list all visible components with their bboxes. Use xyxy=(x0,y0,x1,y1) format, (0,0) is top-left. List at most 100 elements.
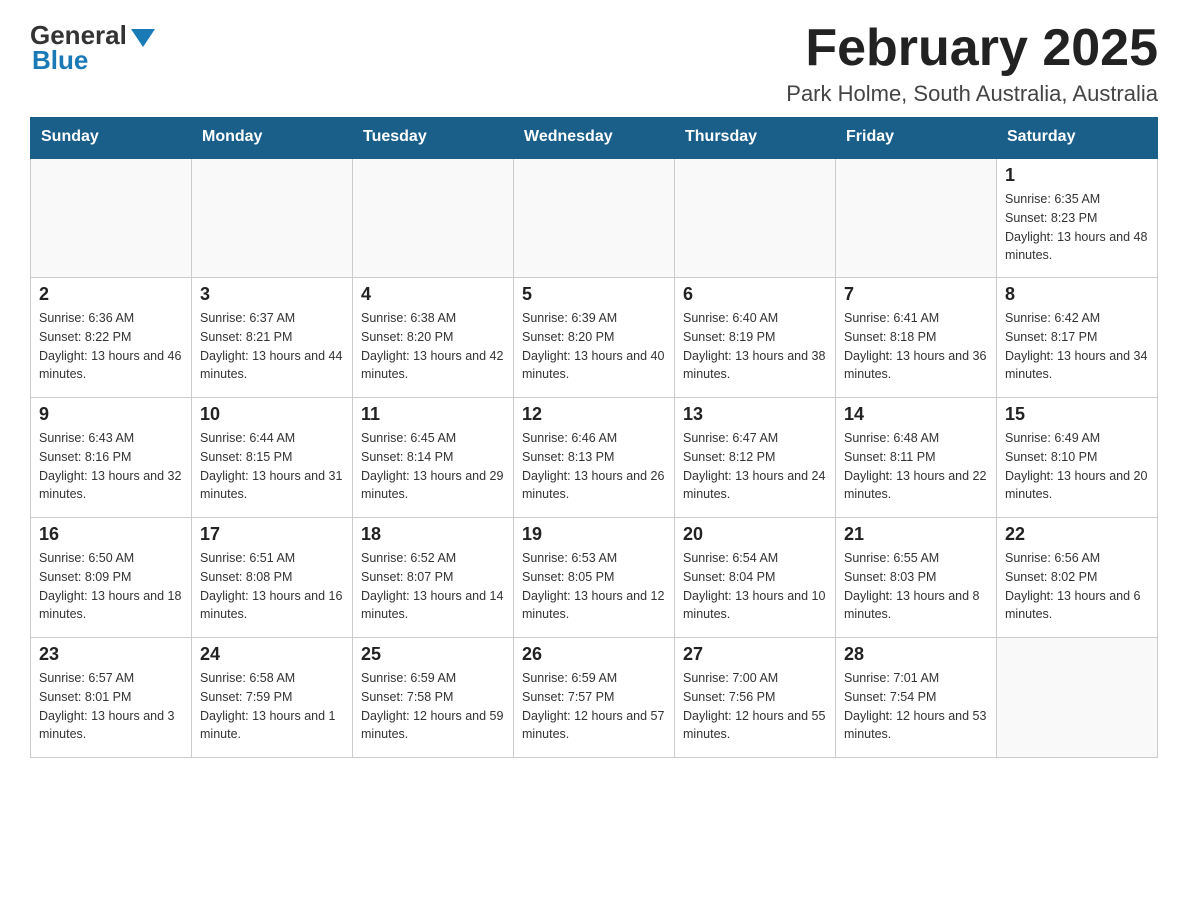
calendar-cell xyxy=(514,158,675,278)
calendar-header: SundayMondayTuesdayWednesdayThursdayFrid… xyxy=(31,118,1158,158)
calendar-cell: 17Sunrise: 6:51 AMSunset: 8:08 PMDayligh… xyxy=(192,518,353,638)
day-info: Sunrise: 6:43 AMSunset: 8:16 PMDaylight:… xyxy=(39,429,183,504)
day-number: 1 xyxy=(1005,165,1149,186)
day-info: Sunrise: 6:47 AMSunset: 8:12 PMDaylight:… xyxy=(683,429,827,504)
weekday-header-wednesday: Wednesday xyxy=(514,118,675,158)
calendar-week-row: 2Sunrise: 6:36 AMSunset: 8:22 PMDaylight… xyxy=(31,278,1158,398)
weekday-header-friday: Friday xyxy=(836,118,997,158)
logo-blue-text: Blue xyxy=(32,45,88,76)
day-number: 11 xyxy=(361,404,505,425)
calendar-week-row: 1 Sunrise: 6:35 AMSunset: 8:23 PMDaylight… xyxy=(31,158,1158,278)
calendar-cell: 27 Sunrise: 7:00 AMSunset: 7:56 PMDayligh… xyxy=(675,638,836,758)
day-info: Sunrise: 6:37 AMSunset: 8:21 PMDaylight:… xyxy=(200,309,344,384)
calendar-cell: 18Sunrise: 6:52 AMSunset: 8:07 PMDayligh… xyxy=(353,518,514,638)
calendar-cell: 6 Sunrise: 6:40 AMSunset: 8:19 PMDaylight… xyxy=(675,278,836,398)
calendar-cell: 23 Sunrise: 6:57 AMSunset: 8:01 PMDayligh… xyxy=(31,638,192,758)
day-info: Sunrise: 6:39 AMSunset: 8:20 PMDaylight:… xyxy=(522,309,666,384)
calendar-cell: 14 Sunrise: 6:48 AMSunset: 8:11 PMDayligh… xyxy=(836,398,997,518)
calendar-cell xyxy=(997,638,1158,758)
day-info: Sunrise: 7:00 AMSunset: 7:56 PMDaylight:… xyxy=(683,669,827,744)
calendar-cell: 28 Sunrise: 7:01 AMSunset: 7:54 PMDayligh… xyxy=(836,638,997,758)
day-info: Sunrise: 6:40 AMSunset: 8:19 PMDaylight:… xyxy=(683,309,827,384)
calendar-cell xyxy=(675,158,836,278)
day-info: Sunrise: 6:50 AMSunset: 8:09 PMDaylight:… xyxy=(39,549,183,624)
calendar-cell: 1 Sunrise: 6:35 AMSunset: 8:23 PMDaylight… xyxy=(997,158,1158,278)
calendar-cell xyxy=(31,158,192,278)
day-number: 20 xyxy=(683,524,827,545)
title-block: February 2025 Park Holme, South Australi… xyxy=(786,20,1158,107)
day-number: 3 xyxy=(200,284,344,305)
calendar-week-row: 23 Sunrise: 6:57 AMSunset: 8:01 PMDayligh… xyxy=(31,638,1158,758)
day-number: 22 xyxy=(1005,524,1149,545)
calendar-week-row: 16 Sunrise: 6:50 AMSunset: 8:09 PMDayligh… xyxy=(31,518,1158,638)
page-header: General Blue February 2025 Park Holme, S… xyxy=(30,20,1158,107)
day-info: Sunrise: 6:38 AMSunset: 8:20 PMDaylight:… xyxy=(361,309,505,384)
calendar-cell: 22 Sunrise: 6:56 AMSunset: 8:02 PMDayligh… xyxy=(997,518,1158,638)
calendar-cell: 19 Sunrise: 6:53 AMSunset: 8:05 PMDayligh… xyxy=(514,518,675,638)
day-number: 27 xyxy=(683,644,827,665)
day-info: Sunrise: 6:44 AMSunset: 8:15 PMDaylight:… xyxy=(200,429,344,504)
day-info: Sunrise: 6:48 AMSunset: 8:11 PMDaylight:… xyxy=(844,429,988,504)
day-info: Sunrise: 6:53 AMSunset: 8:05 PMDaylight:… xyxy=(522,549,666,624)
weekday-header-sunday: Sunday xyxy=(31,118,192,158)
calendar-cell: 10 Sunrise: 6:44 AMSunset: 8:15 PMDayligh… xyxy=(192,398,353,518)
day-info: Sunrise: 6:52 AMSunset: 8:07 PMDaylight:… xyxy=(361,549,505,624)
calendar-cell: 4Sunrise: 6:38 AMSunset: 8:20 PMDaylight… xyxy=(353,278,514,398)
day-info: Sunrise: 6:57 AMSunset: 8:01 PMDaylight:… xyxy=(39,669,183,744)
calendar-cell: 16 Sunrise: 6:50 AMSunset: 8:09 PMDayligh… xyxy=(31,518,192,638)
calendar-cell: 12Sunrise: 6:46 AMSunset: 8:13 PMDayligh… xyxy=(514,398,675,518)
day-number: 28 xyxy=(844,644,988,665)
logo-arrow-icon xyxy=(131,29,155,47)
calendar-cell: 25Sunrise: 6:59 AMSunset: 7:58 PMDayligh… xyxy=(353,638,514,758)
day-number: 13 xyxy=(683,404,827,425)
calendar-body: 1 Sunrise: 6:35 AMSunset: 8:23 PMDaylight… xyxy=(31,158,1158,758)
calendar-cell: 8 Sunrise: 6:42 AMSunset: 8:17 PMDaylight… xyxy=(997,278,1158,398)
day-number: 14 xyxy=(844,404,988,425)
logo: General Blue xyxy=(30,20,155,76)
day-info: Sunrise: 6:41 AMSunset: 8:18 PMDaylight:… xyxy=(844,309,988,384)
day-number: 5 xyxy=(522,284,666,305)
day-number: 16 xyxy=(39,524,183,545)
day-number: 8 xyxy=(1005,284,1149,305)
day-number: 19 xyxy=(522,524,666,545)
weekday-header-tuesday: Tuesday xyxy=(353,118,514,158)
day-info: Sunrise: 6:58 AMSunset: 7:59 PMDaylight:… xyxy=(200,669,344,744)
calendar-cell xyxy=(192,158,353,278)
day-number: 17 xyxy=(200,524,344,545)
calendar-cell: 20 Sunrise: 6:54 AMSunset: 8:04 PMDayligh… xyxy=(675,518,836,638)
weekday-header-thursday: Thursday xyxy=(675,118,836,158)
day-info: Sunrise: 6:42 AMSunset: 8:17 PMDaylight:… xyxy=(1005,309,1149,384)
day-info: Sunrise: 7:01 AMSunset: 7:54 PMDaylight:… xyxy=(844,669,988,744)
weekday-header-row: SundayMondayTuesdayWednesdayThursdayFrid… xyxy=(31,118,1158,158)
day-number: 10 xyxy=(200,404,344,425)
calendar-cell: 24 Sunrise: 6:58 AMSunset: 7:59 PMDayligh… xyxy=(192,638,353,758)
weekday-header-monday: Monday xyxy=(192,118,353,158)
calendar-week-row: 9 Sunrise: 6:43 AMSunset: 8:16 PMDaylight… xyxy=(31,398,1158,518)
day-number: 15 xyxy=(1005,404,1149,425)
calendar-cell: 5 Sunrise: 6:39 AMSunset: 8:20 PMDaylight… xyxy=(514,278,675,398)
day-info: Sunrise: 6:45 AMSunset: 8:14 PMDaylight:… xyxy=(361,429,505,504)
calendar-table: SundayMondayTuesdayWednesdayThursdayFrid… xyxy=(30,117,1158,758)
calendar-cell: 9 Sunrise: 6:43 AMSunset: 8:16 PMDaylight… xyxy=(31,398,192,518)
day-info: Sunrise: 6:35 AMSunset: 8:23 PMDaylight:… xyxy=(1005,190,1149,265)
calendar-cell: 7Sunrise: 6:41 AMSunset: 8:18 PMDaylight… xyxy=(836,278,997,398)
day-number: 21 xyxy=(844,524,988,545)
day-number: 26 xyxy=(522,644,666,665)
day-number: 2 xyxy=(39,284,183,305)
day-info: Sunrise: 6:49 AMSunset: 8:10 PMDaylight:… xyxy=(1005,429,1149,504)
calendar-cell: 21 Sunrise: 6:55 AMSunset: 8:03 PMDayligh… xyxy=(836,518,997,638)
page-title: February 2025 xyxy=(786,20,1158,77)
day-info: Sunrise: 6:54 AMSunset: 8:04 PMDaylight:… xyxy=(683,549,827,624)
calendar-cell: 11 Sunrise: 6:45 AMSunset: 8:14 PMDayligh… xyxy=(353,398,514,518)
day-number: 6 xyxy=(683,284,827,305)
day-number: 23 xyxy=(39,644,183,665)
day-number: 9 xyxy=(39,404,183,425)
day-info: Sunrise: 6:59 AMSunset: 7:57 PMDaylight:… xyxy=(522,669,666,744)
calendar-cell: 13 Sunrise: 6:47 AMSunset: 8:12 PMDayligh… xyxy=(675,398,836,518)
day-info: Sunrise: 6:56 AMSunset: 8:02 PMDaylight:… xyxy=(1005,549,1149,624)
day-number: 24 xyxy=(200,644,344,665)
day-info: Sunrise: 6:55 AMSunset: 8:03 PMDaylight:… xyxy=(844,549,988,624)
day-number: 12 xyxy=(522,404,666,425)
calendar-cell xyxy=(353,158,514,278)
day-number: 25 xyxy=(361,644,505,665)
